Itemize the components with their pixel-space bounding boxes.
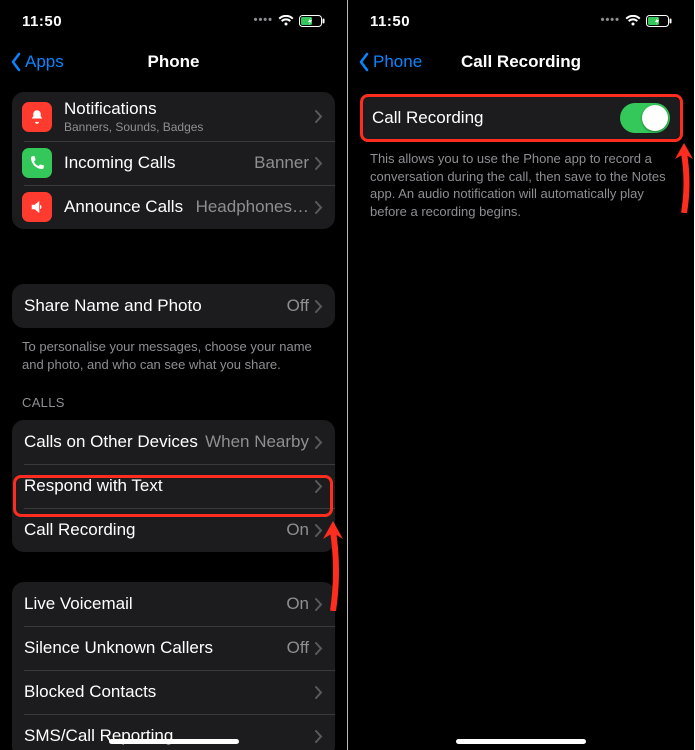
row-label: Live Voicemail — [24, 594, 133, 614]
group-notifications: Notifications Banners, Sounds, Badges In… — [12, 92, 335, 229]
row-label: Incoming Calls — [64, 153, 176, 173]
annotation-arrow-icon — [673, 143, 694, 213]
chevron-left-icon — [10, 52, 22, 72]
group-toggle: Call Recording — [360, 96, 682, 140]
phone-icon — [22, 148, 52, 178]
wifi-icon — [625, 15, 641, 27]
calls-header: CALLS — [22, 395, 325, 410]
nav-title: Call Recording — [461, 52, 581, 72]
announce-icon — [22, 192, 52, 222]
back-button[interactable]: Apps — [10, 52, 64, 72]
row-label: Call Recording — [24, 520, 136, 540]
home-indicator — [456, 739, 586, 744]
row-respond-text[interactable]: Respond with Text — [12, 464, 335, 508]
chevron-right-icon — [315, 524, 323, 537]
chevron-left-icon — [358, 52, 370, 72]
row-value: Banner — [254, 153, 309, 173]
chevron-right-icon — [315, 480, 323, 493]
share-footnote: To personalise your messages, choose you… — [22, 338, 325, 373]
row-value: Off — [287, 638, 309, 658]
row-label: Blocked Contacts — [24, 682, 156, 702]
row-sms-call-reporting[interactable]: SMS/Call Reporting — [12, 714, 335, 750]
back-button[interactable]: Phone — [358, 52, 422, 72]
chevron-right-icon — [315, 300, 323, 313]
chevron-right-icon — [315, 157, 323, 170]
battery-icon — [299, 15, 325, 27]
nav-title: Phone — [148, 52, 200, 72]
chevron-right-icon — [315, 642, 323, 655]
status-bar: 11:50 •••• — [0, 0, 347, 42]
chevron-right-icon — [315, 436, 323, 449]
status-time: 11:50 — [370, 13, 410, 30]
chevron-right-icon — [315, 598, 323, 611]
row-silence-unknown[interactable]: Silence Unknown Callers Off — [12, 626, 335, 670]
chevron-right-icon — [315, 686, 323, 699]
row-announce-calls[interactable]: Announce Calls Headphones… — [12, 185, 335, 229]
row-label: Announce Calls — [64, 197, 183, 217]
row-sublabel: Banners, Sounds, Badges — [64, 120, 203, 134]
chevron-right-icon — [315, 201, 323, 214]
nav-bar: Phone Call Recording — [348, 42, 694, 82]
row-notifications[interactable]: Notifications Banners, Sounds, Badges — [12, 92, 335, 141]
row-label: Silence Unknown Callers — [24, 638, 213, 658]
row-label: Share Name and Photo — [24, 296, 202, 316]
battery-icon — [646, 15, 672, 27]
group-share: Share Name and Photo Off — [12, 284, 335, 328]
row-value: On — [286, 520, 309, 540]
chevron-right-icon — [315, 730, 323, 743]
group-calls: Calls on Other Devices When Nearby Respo… — [12, 420, 335, 552]
row-value: Headphones… — [196, 197, 309, 217]
row-blocked-contacts[interactable]: Blocked Contacts — [12, 670, 335, 714]
nav-bar: Apps Phone — [0, 42, 347, 82]
home-indicator — [109, 739, 239, 744]
row-incoming-calls[interactable]: Incoming Calls Banner — [12, 141, 335, 185]
bell-icon — [22, 102, 52, 132]
row-value: Off — [287, 296, 309, 316]
back-label: Phone — [373, 52, 422, 72]
phone-settings-screen: 11:50 •••• Apps Phone Notifications Bann… — [0, 0, 347, 750]
row-share-name-photo[interactable]: Share Name and Photo Off — [12, 284, 335, 328]
status-bar: 11:50 •••• — [348, 0, 694, 42]
recording-footnote: This allows you to use the Phone app to … — [370, 150, 672, 220]
status-time: 11:50 — [22, 13, 62, 30]
row-label: Calls on Other Devices — [24, 432, 198, 452]
row-label: Respond with Text — [24, 476, 163, 496]
cell-dots-icon: •••• — [601, 14, 620, 26]
row-call-recording-toggle[interactable]: Call Recording — [360, 96, 682, 140]
row-other-devices[interactable]: Calls on Other Devices When Nearby — [12, 420, 335, 464]
call-recording-screen: 11:50 •••• Phone Call Recording Call Rec… — [347, 0, 694, 750]
wifi-icon — [278, 15, 294, 27]
group-voicemail: Live Voicemail On Silence Unknown Caller… — [12, 582, 335, 750]
toggle-switch[interactable] — [620, 103, 670, 133]
row-live-voicemail[interactable]: Live Voicemail On — [12, 582, 335, 626]
row-label: Call Recording — [372, 108, 484, 128]
row-value: When Nearby — [205, 432, 309, 452]
cell-dots-icon: •••• — [254, 14, 273, 26]
chevron-right-icon — [315, 110, 323, 123]
back-label: Apps — [25, 52, 64, 72]
row-call-recording[interactable]: Call Recording On — [12, 508, 335, 552]
row-label: Notifications — [64, 99, 203, 119]
row-value: On — [286, 594, 309, 614]
